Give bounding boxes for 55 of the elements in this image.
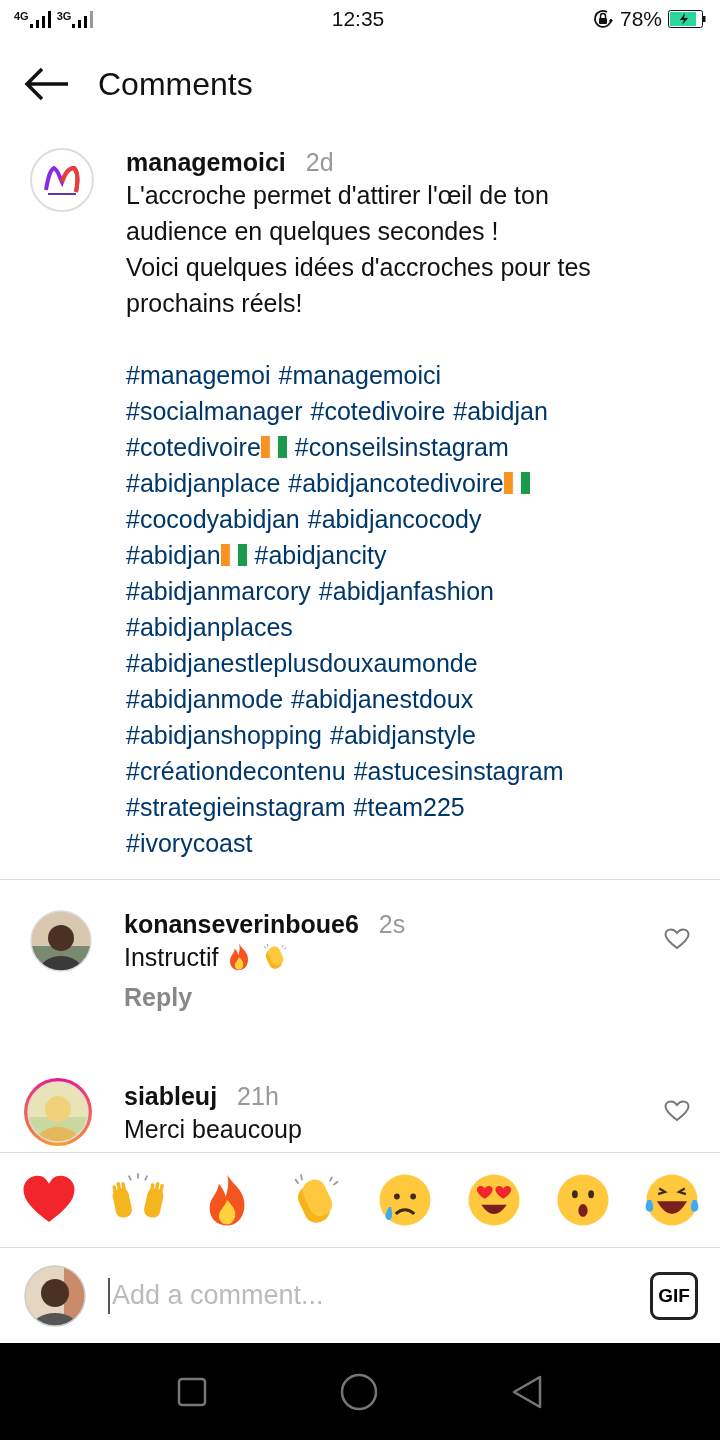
signal-icon: [29, 10, 52, 28]
text-cursor: [108, 1277, 110, 1314]
reply-link[interactable]: Reply: [124, 983, 193, 1012]
username[interactable]: managemoici: [126, 148, 286, 177]
hashtag-link[interactable]: #abidjanmarcory: [126, 576, 311, 606]
hashtag-link[interactable]: #abidjancocody: [307, 504, 482, 534]
rotation-lock-icon: [591, 8, 614, 30]
hashtag-link[interactable]: #ivorycoast: [126, 828, 253, 858]
hashtag-link[interactable]: #abidjanestdoux: [291, 684, 474, 714]
hashtag-link[interactable]: #strategieinstagram: [126, 792, 346, 822]
hashtag-link[interactable]: #abidjan: [453, 396, 548, 426]
hashtag-link[interactable]: #managemoici: [278, 360, 442, 390]
like-heart-icon[interactable]: [664, 1100, 690, 1122]
like-heart-icon[interactable]: [664, 928, 690, 950]
hashtag-link[interactable]: #managemoi: [126, 360, 271, 390]
home-icon[interactable]: [340, 1372, 378, 1411]
hashtag-link[interactable]: #team225: [353, 792, 465, 822]
username[interactable]: siableuj: [124, 1082, 218, 1111]
hashtag-link[interactable]: #abidjan: [126, 540, 221, 570]
comment-text: Merci beaucoup: [124, 1114, 302, 1145]
comment-age: 21h: [237, 1082, 279, 1111]
hashtag-link[interactable]: #cotedivoire: [310, 396, 446, 426]
comment-text: Instructif: [124, 942, 219, 973]
hashtag-link[interactable]: #abidjanestleplusdouxaumonde: [126, 648, 478, 678]
hashtag-link[interactable]: #abidjancity: [254, 540, 387, 570]
back-icon[interactable]: [511, 1373, 544, 1410]
back-arrow-icon[interactable]: [24, 67, 70, 101]
hashtag-link[interactable]: #abidjanplaces: [126, 612, 293, 642]
hashtag-link[interactable]: #abidjancotedivoire: [288, 468, 504, 498]
hashtag-link[interactable]: #conseilsinstagram: [294, 432, 509, 462]
page-title: Comments: [98, 65, 253, 103]
hashtag-link[interactable]: #abidjanstyle: [330, 720, 476, 750]
battery-icon: [668, 10, 706, 28]
network-type: 3G: [56, 10, 72, 22]
hashtag-link[interactable]: #abidjanmode: [126, 684, 284, 714]
clock-time: 12:35: [331, 7, 385, 31]
hashtag-link[interactable]: #cotedivoire: [126, 432, 261, 462]
signal-icon: [72, 10, 95, 28]
caption-text: L'accroche permet d'attirer l'œil de ton audience en quelques secondes !: [126, 180, 550, 247]
hashtag-link[interactable]: #cocodyabidjan: [126, 504, 300, 534]
username[interactable]: konanseverinboue6: [124, 910, 359, 939]
comment-age: 2d: [305, 148, 334, 177]
comment-age: 2s: [378, 910, 406, 939]
hashtag-link[interactable]: #abidjanshopping: [126, 720, 322, 750]
hashtag-link[interactable]: #astucesinstagram: [353, 756, 564, 786]
hashtag-link[interactable]: #abidjanplace: [126, 468, 281, 498]
hashtag-link[interactable]: #abidjanfashion: [318, 576, 494, 606]
hashtag-link[interactable]: #créationdecontenu: [126, 756, 346, 786]
recent-apps-icon[interactable]: [176, 1376, 207, 1407]
battery-percent: 78%: [619, 7, 662, 31]
hashtag-link[interactable]: #socialmanager: [126, 396, 303, 426]
caption-text: Voici quelques idées d'accroches pour tes prochains réels!: [126, 252, 592, 319]
network-type: 4G: [14, 10, 29, 22]
gif-button[interactable]: GIF: [650, 1271, 698, 1320]
comment-input[interactable]: Add a comment...: [110, 1280, 650, 1311]
